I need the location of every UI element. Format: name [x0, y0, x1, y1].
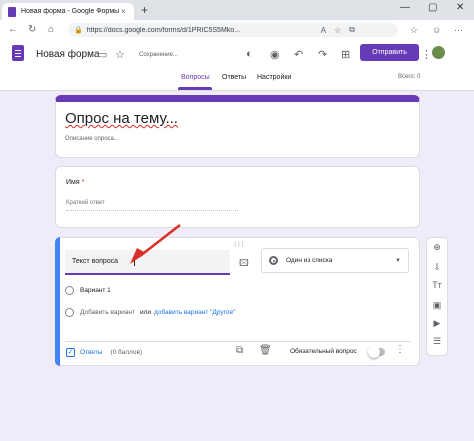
annotation-arrow	[130, 224, 181, 264]
